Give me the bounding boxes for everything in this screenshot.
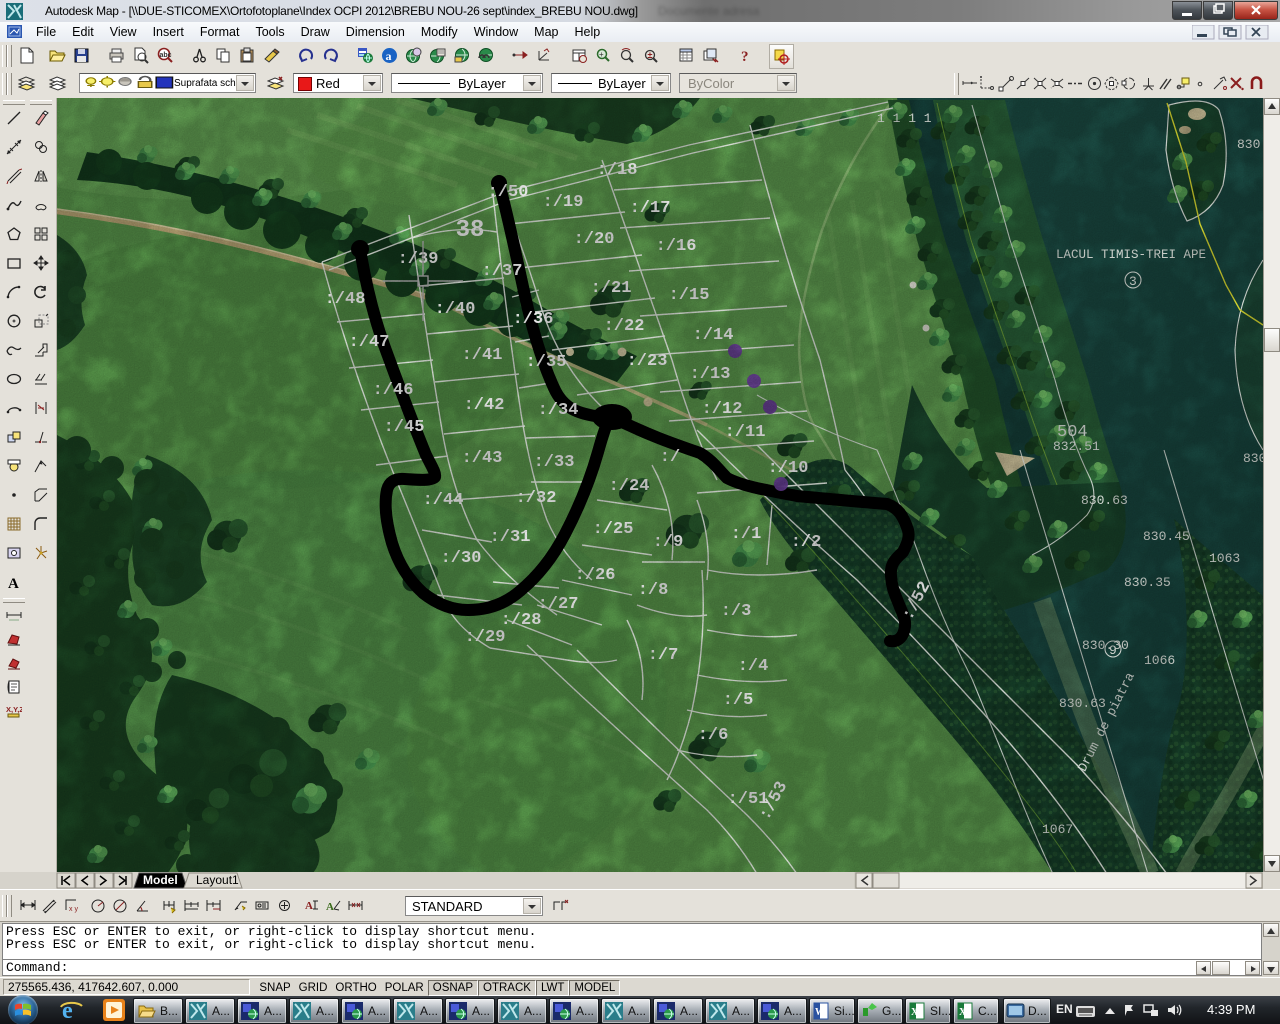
svg-text:W: W [815, 1007, 825, 1018]
svg-text:X,Y,Z: X,Y,Z [6, 705, 22, 714]
svg-text:a: a [386, 49, 392, 63]
svg-text:abc: abc [160, 52, 172, 59]
svg-text:Layout1: Layout1 [196, 873, 239, 887]
svg-text:±: ± [648, 50, 653, 60]
svg-text:e: e [62, 998, 73, 1023]
svg-text:A: A [8, 576, 19, 590]
svg-text:Model: Model [143, 873, 178, 887]
svg-text:A: A [305, 900, 313, 912]
svg-text:X: X [959, 1007, 967, 1018]
svg-text:A: A [326, 901, 334, 913]
svg-text:X: X [911, 1007, 919, 1018]
svg-text:x y: x y [69, 906, 78, 913]
svg-text:?: ? [741, 49, 749, 64]
svg-text:+: + [599, 50, 604, 59]
